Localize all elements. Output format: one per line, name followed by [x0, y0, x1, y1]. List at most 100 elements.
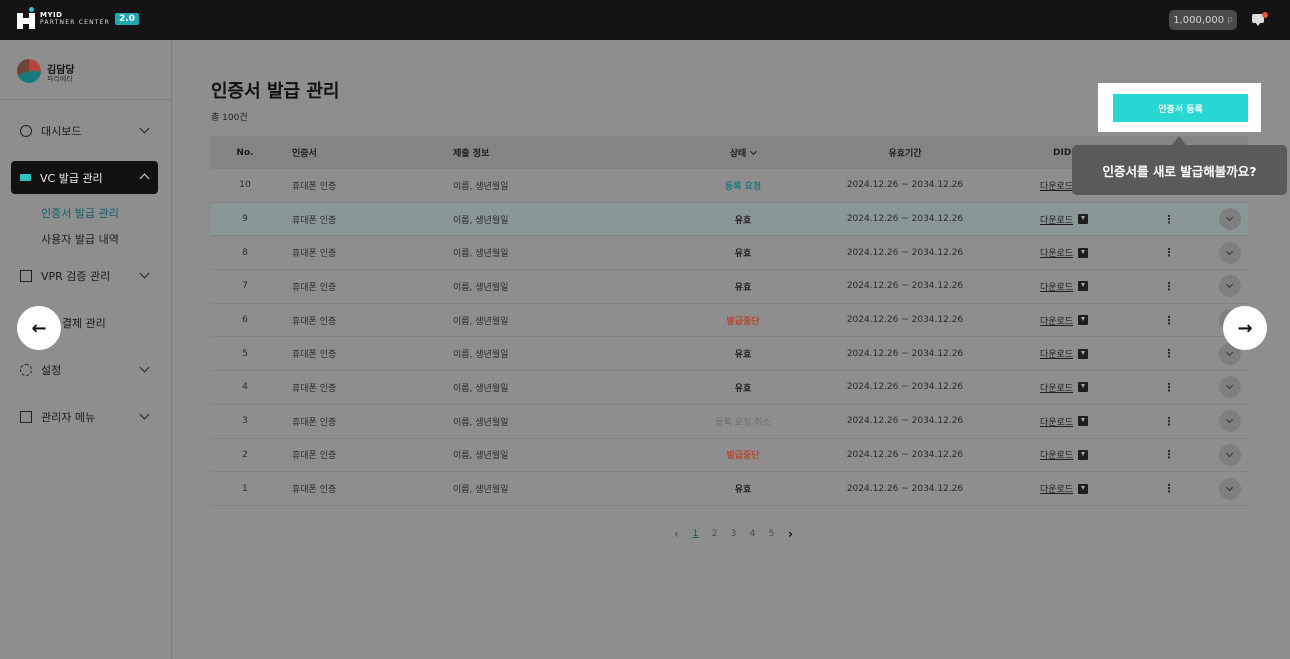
prev-page-icon[interactable]: ‹: [667, 527, 686, 541]
more-menu-icon[interactable]: ⋮: [1164, 371, 1175, 404]
expand-row-button[interactable]: [1219, 203, 1241, 236]
chevron-down-icon: [1219, 410, 1241, 433]
chevron-down-icon: [139, 409, 150, 420]
table-row[interactable]: 9 휴대폰 인증 이름, 생년월일 유효 2024.12.26 ~ 2034.12.26…: [211, 202, 1248, 237]
table-row[interactable]: 2 휴대폰 인증 이름, 생년월일 발급중단 2024.12.26 ~ 2034.12.…: [211, 439, 1248, 473]
logo[interactable]: MYID PARTNER CENTER 2.0: [17, 7, 139, 29]
points-unit: p: [1227, 15, 1233, 25]
sidebar-item-label: 설정: [41, 363, 62, 377]
download-link[interactable]: 다운로드: [1040, 472, 1089, 505]
register-cert-button[interactable]: 인증서 등록: [1113, 94, 1248, 122]
sidebar-item-admin[interactable]: 관리자 메뉴: [11, 400, 158, 433]
page-2[interactable]: 2: [705, 529, 724, 539]
notification-icon[interactable]: [1252, 12, 1268, 26]
download-link[interactable]: 다운로드: [1040, 304, 1089, 337]
chevron-up-icon: [139, 173, 150, 184]
expand-row-button[interactable]: [1219, 371, 1241, 404]
sidebar-subitem-cert-issue[interactable]: 인증서 발급 관리: [41, 205, 119, 221]
cell-cert: 휴대폰 인증: [292, 282, 337, 293]
tooltip-arrow: [1172, 136, 1186, 145]
more-menu-icon[interactable]: ⋮: [1164, 405, 1175, 438]
download-label: 다운로드: [1040, 316, 1074, 327]
cell-cert: 휴대폰 인증: [292, 215, 337, 226]
page-3[interactable]: 3: [724, 529, 743, 539]
download-link[interactable]: 다운로드: [1040, 270, 1089, 303]
version-badge: 2.0: [115, 13, 139, 25]
header-status-label: 상태: [729, 149, 747, 159]
top-bar: MYID PARTNER CENTER 2.0 1,000,000 p: [0, 0, 1290, 40]
page-5[interactable]: 5: [762, 529, 781, 539]
more-menu-icon[interactable]: ⋮: [1164, 337, 1175, 370]
cell-period: 2024.12.26 ~ 2034.12.26: [846, 416, 964, 427]
status-badge: 발급중단: [726, 316, 760, 327]
download-link[interactable]: 다운로드: [1040, 371, 1089, 404]
sidebar-item-settings[interactable]: 설정: [11, 353, 158, 386]
cell-period: 2024.12.26 ~ 2034.12.26: [846, 348, 964, 359]
table-row[interactable]: 7 휴대폰 인증 이름, 생년월일 유효 2024.12.26 ~ 2034.12.26…: [211, 270, 1248, 304]
status-badge: 발급중단: [726, 451, 760, 462]
cell-cert: 휴대폰 인증: [292, 350, 337, 361]
cell-cert: 휴대폰 인증: [292, 485, 337, 496]
download-icon: [1078, 247, 1089, 258]
table-row[interactable]: 5 휴대폰 인증 이름, 생년월일 유효 2024.12.26 ~ 2034.12.26…: [211, 337, 1248, 372]
sidebar-subitem-user-issue[interactable]: 사용자 발급 내역: [41, 231, 119, 247]
table-row[interactable]: 4 휴대폰 인증 이름, 생년월일 유효 2024.12.26 ~ 2034.12.26…: [211, 371, 1248, 405]
chevron-down-icon: [1219, 376, 1241, 399]
expand-row-button[interactable]: [1219, 236, 1241, 269]
expand-row-button[interactable]: [1219, 270, 1241, 303]
page-title: 인증서 발급 관리: [211, 81, 340, 102]
status-badge: 등록 요청 취소: [715, 417, 771, 428]
chevron-down-icon: [139, 268, 150, 279]
page-1[interactable]: 1: [686, 529, 705, 539]
points-balance[interactable]: 1,000,000 p: [1169, 10, 1237, 30]
header-no: No.: [236, 147, 254, 158]
arrow-right-icon[interactable]: →: [1223, 306, 1267, 350]
expand-row-button[interactable]: [1219, 405, 1241, 438]
cell-period: 2024.12.26 ~ 2034.12.26: [846, 281, 964, 292]
download-icon: [1078, 281, 1089, 292]
download-link[interactable]: 다운로드: [1040, 236, 1089, 269]
more-menu-icon[interactable]: ⋮: [1164, 203, 1175, 236]
card-icon: [20, 174, 31, 181]
download-label: 다운로드: [1040, 383, 1074, 394]
table-row[interactable]: 6 휴대폰 인증 이름, 생년월일 발급중단 2024.12.26 ~ 2034.12.…: [211, 304, 1248, 338]
header-status[interactable]: 상태: [693, 136, 793, 169]
download-label: 다운로드: [1040, 215, 1074, 226]
header-submit: 제출 정보: [453, 149, 490, 159]
next-page-icon[interactable]: ›: [781, 527, 800, 541]
checkbox-icon: [20, 269, 32, 282]
cell-submit: 이름, 생년월일: [453, 383, 509, 394]
more-menu-icon[interactable]: ⋮: [1164, 439, 1175, 472]
sidebar-item-vc[interactable]: VC 발급 관리: [11, 161, 158, 194]
status-badge: 유효: [734, 249, 752, 260]
cell-no: 6: [242, 315, 248, 326]
table-row[interactable]: 1 휴대폰 인증 이름, 생년월일 유효 2024.12.26 ~ 2034.12.26…: [211, 472, 1248, 506]
status-badge: 유효: [734, 383, 752, 394]
download-link[interactable]: 다운로드: [1040, 337, 1089, 370]
onboarding-tooltip: 인증서를 새로 발급해볼까요?: [1072, 145, 1287, 195]
sidebar-item-vpr[interactable]: VPR 검증 관리: [11, 259, 158, 292]
table-row[interactable]: 8 휴대폰 인증 이름, 생년월일 유효 2024.12.26 ~ 2034.12.26…: [211, 236, 1248, 271]
more-menu-icon[interactable]: ⋮: [1164, 236, 1175, 269]
download-link[interactable]: 다운로드: [1040, 439, 1089, 472]
arrow-left-icon[interactable]: ←: [17, 306, 61, 350]
sidebar-item-dashboard[interactable]: 대시보드: [11, 114, 158, 147]
more-menu-icon[interactable]: ⋮: [1164, 270, 1175, 303]
download-icon: [1078, 382, 1089, 393]
download-icon: [1078, 348, 1089, 359]
download-label: 다운로드: [1040, 451, 1074, 462]
expand-row-button[interactable]: [1219, 439, 1241, 472]
profile[interactable]: 김담당 파리에타: [0, 40, 171, 100]
cell-submit: 이름, 생년월일: [453, 417, 509, 428]
cell-submit: 이름, 생년월일: [453, 215, 509, 226]
header-period: 유효기간: [888, 149, 922, 159]
page-4[interactable]: 4: [743, 529, 762, 539]
more-menu-icon[interactable]: ⋮: [1164, 472, 1175, 505]
expand-row-button[interactable]: [1219, 472, 1241, 505]
more-menu-icon[interactable]: ⋮: [1164, 304, 1175, 337]
download-link[interactable]: 다운로드: [1040, 405, 1089, 438]
logo-icon: [17, 7, 35, 29]
download-link[interactable]: 다운로드: [1040, 203, 1089, 236]
table-row[interactable]: 3 휴대폰 인증 이름, 생년월일 등록 요청 취소 2024.12.26 ~ 2034…: [211, 405, 1248, 439]
cell-submit: 이름, 생년월일: [453, 451, 509, 462]
